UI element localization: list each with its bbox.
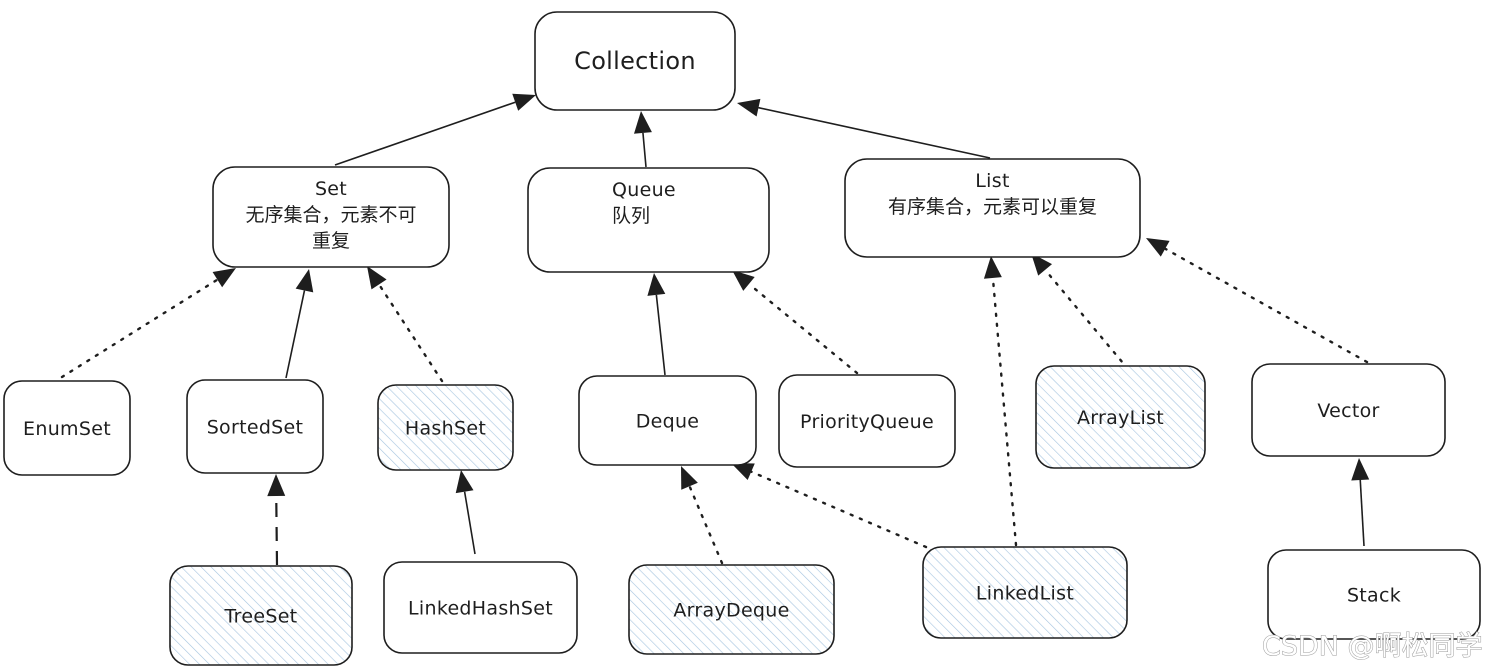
arrowhead-icon — [1351, 458, 1370, 481]
watermark: CSDN @啊松同学 — [1262, 631, 1483, 662]
edge-arraylist-to-list — [1031, 253, 1130, 371]
edge-linkedhashset-to-hashset — [455, 470, 476, 555]
node-set[interactable]: Set 无序集合，元素不可重复 — [212, 166, 450, 268]
edge-line — [655, 294, 666, 376]
arrowhead-icon — [737, 98, 761, 117]
arrowhead-icon — [267, 474, 286, 497]
node-description: 有序集合，元素可以重复 — [888, 196, 1097, 218]
node-vector[interactable]: Vector — [1251, 363, 1446, 457]
edge-line — [750, 470, 928, 549]
edge-vector-to-list — [1146, 238, 1369, 364]
collection-hierarchy-diagram: Collection Set 无序集合，元素不可重复 Queue 队列 List 有序集合，… — [3, 11, 1483, 666]
edge-line — [1163, 247, 1369, 364]
edge-arraydeque-to-deque — [681, 466, 724, 565]
node-label: LinkedHashSet — [408, 598, 553, 620]
node-label: Set — [315, 178, 347, 200]
edges-layer — [60, 93, 1370, 566]
node-label: Queue — [612, 179, 676, 201]
node-enumset[interactable]: EnumSet — [3, 380, 131, 476]
edge-line — [642, 132, 647, 168]
edge-line — [991, 276, 1018, 547]
node-label: TreeSet — [224, 606, 298, 628]
edge-stack-to-vector — [1351, 458, 1370, 547]
edge-treeset-to-sortedset — [267, 474, 286, 566]
edge-line — [60, 278, 219, 379]
node-description: 队列 — [612, 205, 650, 227]
edge-priorityqueue-to-queue — [732, 270, 859, 375]
arrowhead-icon — [1146, 238, 1170, 257]
edge-linkedlist-to-deque — [731, 463, 928, 549]
arrowhead-icon — [512, 93, 536, 111]
arrowhead-icon — [732, 270, 755, 291]
edge-list-to-collection — [737, 98, 991, 159]
arrowhead-icon — [983, 256, 1002, 279]
arrowhead-icon — [295, 269, 314, 293]
node-label: Deque — [636, 411, 700, 433]
edge-hashset-to-set — [367, 266, 444, 383]
node-deque[interactable]: Deque — [578, 375, 757, 466]
edge-queue-to-collection — [633, 111, 652, 168]
node-linkedhashset[interactable]: LinkedHashSet — [383, 561, 578, 654]
node-stack[interactable]: Stack — [1267, 549, 1481, 640]
node-linkedlist[interactable]: LinkedList — [922, 546, 1128, 639]
node-sortedset[interactable]: SortedSet — [186, 379, 324, 474]
edge-line — [463, 491, 476, 555]
edge-sortedset-to-set — [285, 269, 314, 379]
node-label: SortedSet — [207, 417, 304, 439]
node-description: 重复 — [312, 230, 350, 252]
node-label: Vector — [1317, 400, 1379, 422]
node-queue[interactable]: Queue 队列 — [527, 167, 770, 273]
node-label: LinkedList — [976, 583, 1074, 605]
edge-enumset-to-set — [60, 268, 236, 379]
edge-line — [747, 282, 859, 375]
nodes-layer: Collection Set 无序集合，元素不可重复 Queue 队列 List 有序集合，… — [3, 11, 1481, 666]
node-hashset[interactable]: HashSet — [377, 384, 514, 471]
edge-line — [758, 106, 991, 159]
edge-line — [275, 495, 279, 566]
edge-set-to-collection — [334, 93, 536, 166]
edge-line — [1043, 268, 1130, 371]
arrowhead-icon — [367, 266, 387, 290]
node-label: PriorityQueue — [800, 411, 934, 433]
arrowhead-icon — [212, 268, 236, 288]
node-label: List — [975, 170, 1009, 192]
node-label: ArrayList — [1077, 407, 1164, 429]
arrowhead-icon — [633, 111, 652, 134]
node-label: EnumSet — [23, 418, 111, 440]
edge-line — [1359, 479, 1365, 547]
node-arraylist[interactable]: ArrayList — [1035, 365, 1206, 469]
node-priorityqueue[interactable]: PriorityQueue — [778, 374, 956, 468]
node-collection[interactable]: Collection — [534, 11, 736, 111]
node-label: HashSet — [405, 418, 486, 440]
node-list[interactable]: List 有序集合，元素可以重复 — [844, 158, 1141, 258]
arrowhead-icon — [647, 273, 666, 296]
arrowhead-icon — [681, 466, 698, 490]
edge-line — [377, 283, 444, 383]
edge-deque-to-queue — [647, 273, 666, 376]
node-label: Collection — [574, 47, 696, 75]
edge-line — [334, 101, 516, 166]
node-label: Stack — [1347, 585, 1401, 607]
arrowhead-icon — [455, 470, 474, 494]
edge-line — [285, 290, 306, 379]
node-arraydeque[interactable]: ArrayDeque — [628, 564, 835, 655]
node-treeset[interactable]: TreeSet — [169, 565, 353, 666]
node-description: 无序集合，元素不可 — [245, 204, 416, 226]
node-label: ArrayDeque — [673, 600, 789, 622]
edge-linkedlist-to-list — [983, 256, 1018, 547]
edge-line — [688, 485, 724, 565]
